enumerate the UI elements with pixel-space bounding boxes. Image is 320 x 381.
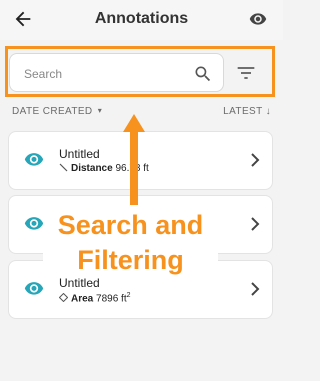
- annotation-title: Untitled: [59, 147, 100, 161]
- sort-by-date-created[interactable]: DATE CREATED ▾: [12, 106, 102, 117]
- annotation-title: Untitled: [59, 276, 100, 290]
- eye-icon[interactable]: [24, 215, 44, 231]
- callout-label: Search and Filtering: [43, 205, 218, 277]
- top-app-bar: Annotations: [0, 0, 283, 40]
- caret-down-icon: ▾: [97, 106, 103, 115]
- search-input[interactable]: [22, 63, 191, 85]
- arrow-down-icon: ↓: [265, 106, 271, 117]
- annotation-measurement: Area 7896 ft2: [58, 292, 131, 305]
- eye-icon[interactable]: [24, 151, 44, 167]
- chevron-right-icon: [251, 217, 260, 231]
- search-bar: [9, 53, 224, 92]
- chevron-right-icon: [251, 282, 260, 296]
- search-icon[interactable]: [193, 64, 213, 84]
- callout-arrow: [123, 114, 145, 208]
- eye-icon[interactable]: [24, 280, 44, 296]
- eye-icon[interactable]: [248, 10, 268, 28]
- filter-icon[interactable]: [236, 64, 256, 82]
- sort-field-label: DATE CREATED: [12, 106, 93, 117]
- measurement-superscript: 2: [126, 292, 131, 299]
- line-measure-icon: [59, 163, 68, 172]
- chevron-right-icon: [251, 153, 260, 167]
- page-title: Annotations: [94, 10, 189, 27]
- sort-order-latest[interactable]: LATEST ↓: [223, 106, 271, 117]
- measurement-label: Area: [71, 293, 94, 305]
- callout-line-1: Search and: [57, 210, 204, 240]
- sort-order-label: LATEST: [223, 106, 263, 117]
- measurement-value: 7896 ft: [96, 293, 127, 305]
- area-measure-icon: [58, 293, 69, 303]
- callout-line-2: Filtering: [77, 245, 184, 275]
- measurement-label: Distance: [71, 163, 113, 174]
